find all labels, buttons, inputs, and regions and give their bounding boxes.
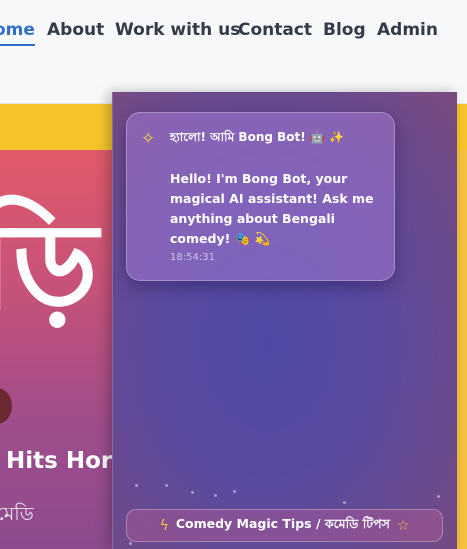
sparkle-dot xyxy=(214,494,217,497)
sparkle-dot xyxy=(165,484,168,487)
hero-title: ড়ি xyxy=(0,198,99,337)
sparkle-dot xyxy=(233,490,236,493)
sparkle-dot xyxy=(437,495,440,498)
top-navbar: ome About Work with us Contact Blog Admi… xyxy=(0,0,467,104)
message-timestamp: 18:54:31 xyxy=(170,252,215,263)
comedy-tips-button[interactable]: ϟ Comedy Magic Tips / কমেডি টিপস ☆ xyxy=(126,509,443,542)
chatbot-panel: ✧ হ্যালো! আমি Bong Bot! 🤖 ✨ Hello! I'm B… xyxy=(112,92,457,549)
star-icon: ☆ xyxy=(396,517,410,534)
nav-link-blog[interactable]: Blog xyxy=(323,20,366,40)
hero-caption: মেডি xyxy=(0,503,34,525)
comedy-tips-label: Comedy Magic Tips / কমেডি টিপস xyxy=(175,515,390,531)
message-body: Hello! I'm Bong Bot, your magical AI ass… xyxy=(170,171,374,246)
sparkles-icon: ✧ xyxy=(141,129,156,149)
nav-link-about[interactable]: About xyxy=(47,20,104,40)
sparkle-dot xyxy=(129,542,132,545)
sparkle-dot xyxy=(343,501,346,504)
bot-message: ✧ হ্যালো! আমি Bong Bot! 🤖 ✨ Hello! I'm B… xyxy=(126,112,395,281)
message-header: হ্যালো! আমি Bong Bot! 🤖 ✨ xyxy=(170,130,344,144)
nav-link-work-with-us[interactable]: Work with us xyxy=(115,20,240,40)
nav-link-contact[interactable]: Contact xyxy=(238,20,312,40)
lightning-icon: ϟ xyxy=(159,517,169,534)
nav-link-admin[interactable]: Admin xyxy=(377,20,438,40)
sparkle-dot xyxy=(191,491,194,494)
nav-link-home[interactable]: ome xyxy=(0,20,35,46)
hero-subtitle: Hits Hor xyxy=(6,448,113,474)
sparkle-dot xyxy=(135,484,138,487)
